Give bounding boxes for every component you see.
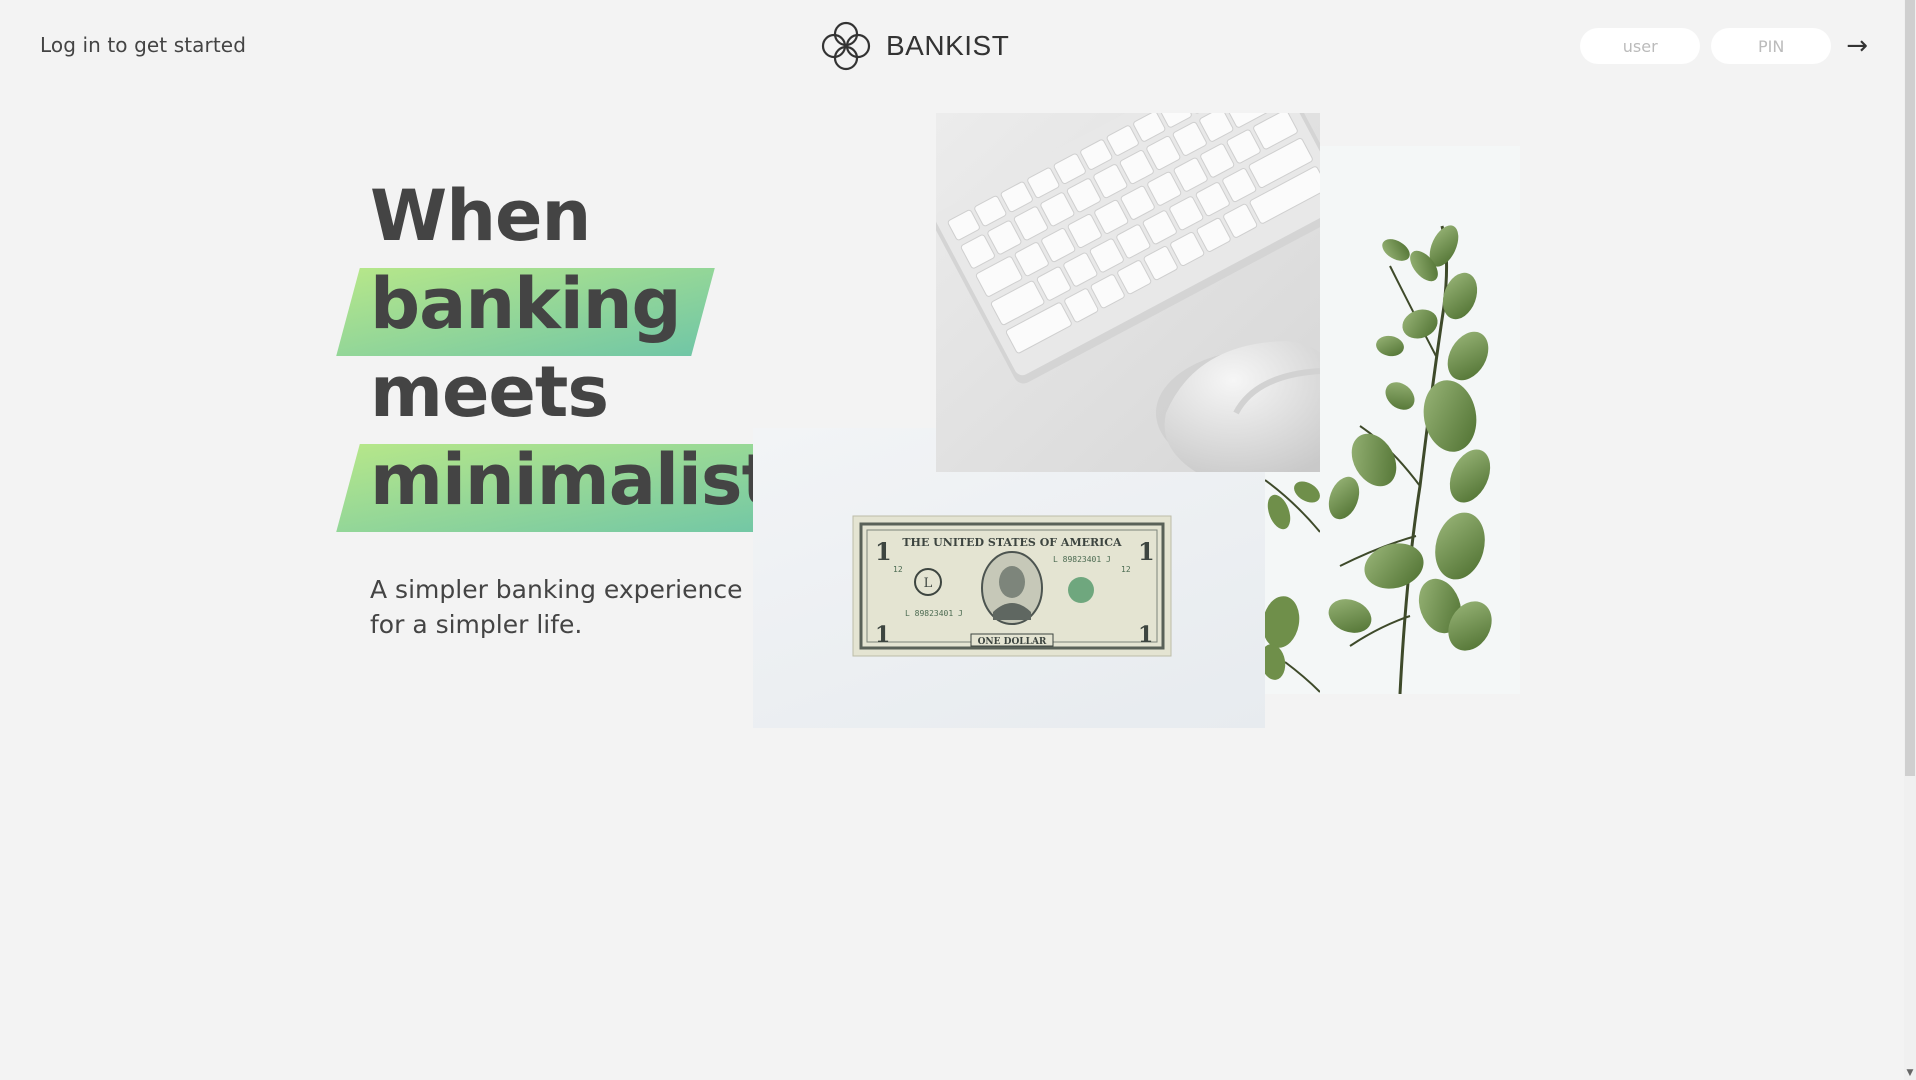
hero-subtitle: A simpler banking experience for a simpl… bbox=[370, 572, 750, 642]
plant-image-extension bbox=[1265, 472, 1320, 694]
login-pin-input[interactable] bbox=[1711, 28, 1832, 64]
hero-word: meets bbox=[370, 351, 609, 433]
svg-text:1: 1 bbox=[1138, 537, 1155, 566]
svg-text:L 89823401 J: L 89823401 J bbox=[1053, 555, 1111, 564]
top-nav: Log in to get started BANKIST → bbox=[0, 0, 1904, 92]
highlight-word: minimalist bbox=[370, 436, 775, 524]
keyboard-mouse-image bbox=[936, 113, 1320, 472]
scroll-down-arrow-icon[interactable]: ▼ bbox=[1905, 1068, 1915, 1078]
svg-text:1: 1 bbox=[1138, 622, 1153, 648]
hero-line-minimalist: minimalist bbox=[370, 436, 775, 524]
login-form: → bbox=[1580, 28, 1872, 64]
hero-line-when: When bbox=[370, 172, 774, 260]
keyboard-icon bbox=[936, 113, 1320, 472]
plant-leaf-icon bbox=[1265, 479, 1320, 693]
vertical-scrollbar[interactable]: ▼ bbox=[1904, 0, 1916, 1080]
hero-line-meets: meets bbox=[370, 348, 774, 436]
svg-text:12: 12 bbox=[1121, 565, 1131, 574]
welcome-message: Log in to get started bbox=[40, 33, 246, 57]
plant-leaf-icon bbox=[1328, 225, 1492, 694]
login-arrow-button[interactable]: → bbox=[1842, 33, 1872, 59]
subtitle-line: A simpler banking experience bbox=[370, 575, 743, 604]
svg-text:ONE DOLLAR: ONE DOLLAR bbox=[978, 637, 1047, 647]
arrow-right-icon: → bbox=[1846, 31, 1868, 61]
brand-logo: BANKIST bbox=[818, 18, 1009, 74]
highlight-word: banking bbox=[370, 260, 682, 348]
login-user-input[interactable] bbox=[1580, 28, 1701, 64]
one-dollar-bill-image: THE UNITED STATES OF AMERICA L 1 1 1 1 1… bbox=[753, 428, 1265, 728]
svg-text:1: 1 bbox=[875, 622, 890, 648]
scrollbar-thumb[interactable] bbox=[1905, 0, 1915, 776]
svg-text:12: 12 bbox=[893, 565, 903, 574]
bankist-logo-icon bbox=[821, 21, 871, 71]
hero-line-banking: banking bbox=[370, 260, 774, 348]
svg-text:L: L bbox=[924, 576, 933, 591]
brand-name: BANKIST bbox=[886, 30, 1010, 61]
dollar-bill-icon: THE UNITED STATES OF AMERICA L 1 1 1 1 1… bbox=[852, 515, 1172, 657]
svg-text:L 89823401 J: L 89823401 J bbox=[905, 609, 963, 618]
hero-title: When banking meets minimalist bbox=[370, 172, 775, 524]
eucalyptus-plant-image bbox=[1320, 146, 1520, 694]
svg-text:1: 1 bbox=[875, 537, 892, 566]
subtitle-line: for a simpler life. bbox=[370, 610, 583, 639]
hero-word: When bbox=[370, 175, 591, 257]
svg-text:THE UNITED STATES OF AMERICA: THE UNITED STATES OF AMERICA bbox=[902, 536, 1122, 549]
